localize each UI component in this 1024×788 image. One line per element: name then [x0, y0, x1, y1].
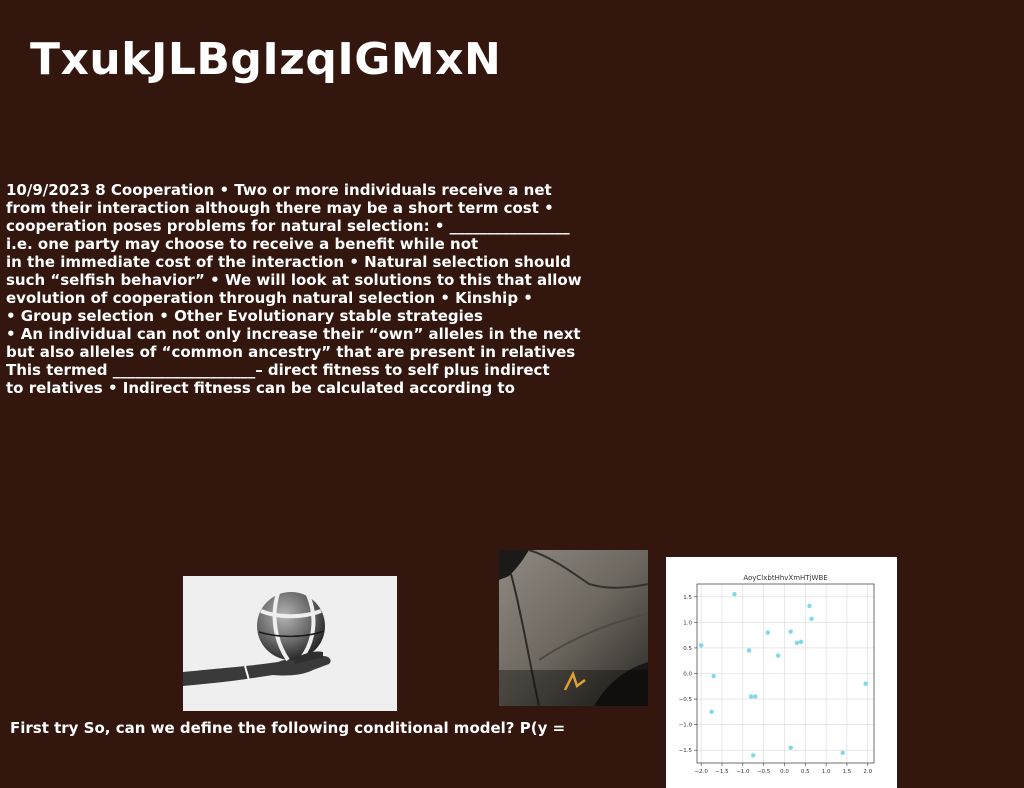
body-line: but also alleles of “common ancestry” th…: [6, 343, 576, 361]
scatter-chart: AoyClxbtHhvXmHTjWBE −2.0 −1.5 −1.0 −0.5 0.0 0.…: [666, 557, 897, 788]
data-point: [776, 653, 781, 658]
page-title: TxukJLBgIzqIGMxN: [30, 34, 502, 85]
body-line: such “selfish behavior” • We will look a…: [6, 271, 582, 289]
body-line: • Group selection • Other Evolutionary s…: [6, 307, 483, 325]
data-point: [748, 694, 754, 699]
body-line: cooperation poses problems for natural s…: [6, 217, 570, 235]
data-point: [807, 603, 812, 609]
body-text: 10/9/2023 8 Cooperation • Two or more in…: [6, 181, 582, 397]
data-point: [840, 750, 845, 755]
body-line: in the immediate cost of the interaction…: [6, 253, 571, 271]
car-photo: [499, 550, 648, 706]
data-point: [809, 616, 814, 621]
data-point: [746, 648, 752, 653]
x-tick-label: 0.0: [780, 769, 789, 775]
y-tick-label: 1.5: [683, 595, 692, 601]
data-point: [863, 681, 868, 686]
x-tick-label: 1.5: [843, 769, 852, 775]
body-line: 10/9/2023 8 Cooperation • Two or more in…: [6, 181, 552, 199]
y-tick-label: −0.5: [679, 697, 693, 703]
x-tick-label: 2.0: [863, 769, 872, 775]
y-tick-label: 0.0: [683, 672, 692, 678]
data-point: [794, 640, 800, 646]
basketball-photo: [183, 576, 397, 711]
data-point: [711, 673, 716, 679]
data-point: [788, 745, 793, 750]
data-point: [788, 629, 793, 634]
data-point: [765, 630, 770, 635]
body-line: from their interaction although there ma…: [6, 199, 554, 217]
y-tick-label: 1.0: [683, 620, 692, 626]
data-point: [798, 639, 804, 644]
data-point: [751, 753, 756, 758]
data-point: [753, 694, 758, 699]
body-line: This termed ___________________– direct …: [6, 361, 550, 379]
body-line: to relatives • Indirect fitness can be c…: [6, 379, 515, 397]
x-tick-label: −1.0: [736, 769, 750, 775]
x-tick-label: −1.5: [715, 769, 729, 775]
x-tick-label: −2.0: [694, 769, 708, 775]
scatter-chart-svg: AoyClxbtHhvXmHTjWBE −2.0 −1.5 −1.0 −0.5 0.0 0.…: [679, 574, 875, 775]
y-tick-label: −1.0: [679, 723, 693, 729]
x-tick-label: −0.5: [757, 769, 771, 775]
body-line: evolution of cooperation through natural…: [6, 289, 533, 307]
body-line: • An individual can not only increase th…: [6, 325, 581, 343]
data-point: [698, 643, 704, 648]
body-line: i.e. one party may choose to receive a b…: [6, 235, 479, 253]
data-point: [709, 709, 714, 715]
data-point: [732, 592, 737, 597]
y-tick-label: −1.5: [679, 748, 693, 754]
chart-title: AoyClxbtHhvXmHTjWBE: [743, 574, 827, 582]
x-tick-label: 0.5: [801, 769, 810, 775]
x-tick-label: 1.0: [822, 769, 831, 775]
y-tick-label: 0.5: [683, 646, 692, 652]
caption-text: First try So, can we define the followin…: [10, 719, 566, 737]
